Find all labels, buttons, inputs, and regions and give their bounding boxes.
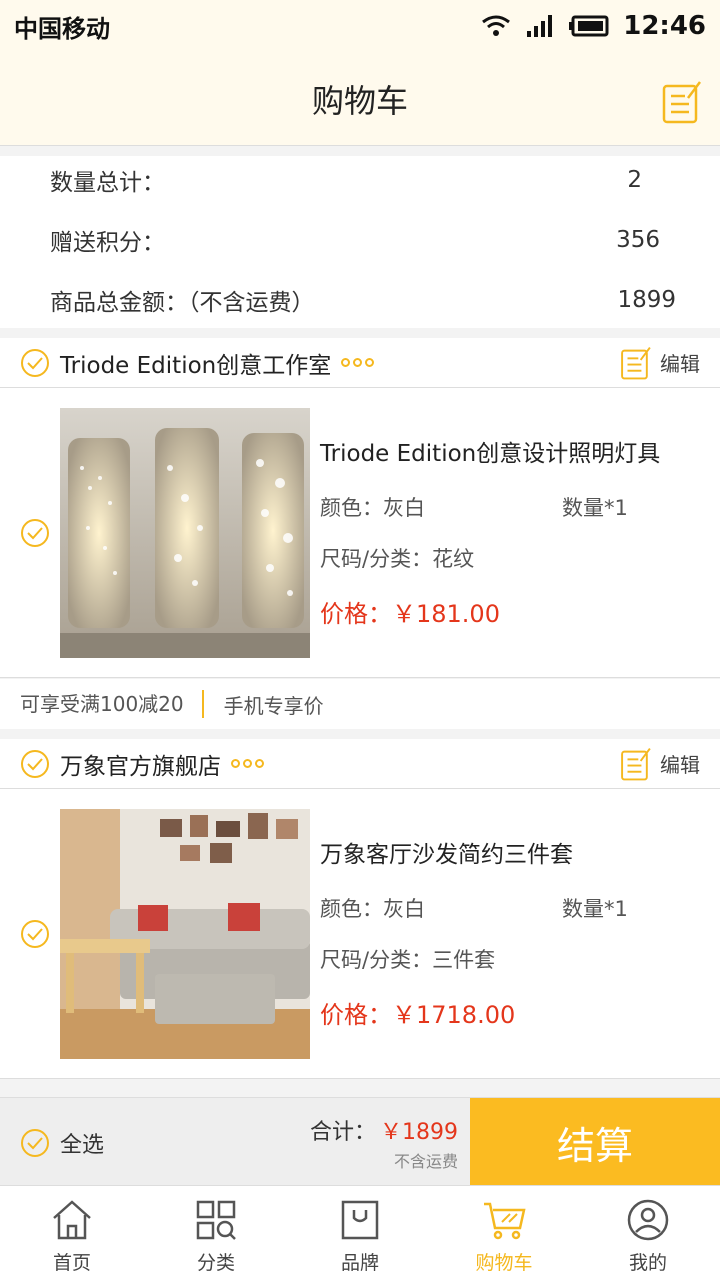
product-color: 颜色：灰白 (320, 897, 425, 921)
store-header: Triode Edition创意工作室 编辑 (0, 338, 720, 388)
total-amount: ￥1899 (380, 1120, 458, 1145)
tab-cart[interactable]: 购物车 (432, 1186, 576, 1280)
product-name[interactable]: Triode Edition创意设计照明灯具 (320, 434, 660, 468)
shipping-note: 不含运费 (393, 1152, 458, 1171)
tab-brand[interactable]: 品牌 (288, 1186, 432, 1280)
tab-category[interactable]: 分类 (144, 1186, 288, 1280)
select-all-label: 全选 (60, 1133, 105, 1158)
category-icon (196, 1200, 236, 1240)
summary-points-row: 赠送积分： 356 (50, 220, 676, 260)
item-checkbox-icon[interactable] (20, 919, 50, 949)
product-image-sofa[interactable] (60, 809, 310, 1059)
tab-label: 购物车 (475, 1252, 533, 1274)
profile-icon (627, 1199, 669, 1241)
tab-home[interactable]: 首页 (0, 1186, 144, 1280)
product-quantity: 数量*1 (562, 496, 628, 520)
clock: 12:46 (623, 11, 706, 41)
discount-text: 可享受满100减20 (0, 690, 204, 718)
product-price: 价格：￥181.00 (320, 600, 500, 628)
store-edit-button[interactable]: 编辑 (620, 346, 700, 380)
carrier-name: 中国移动 (14, 14, 110, 43)
tab-profile[interactable]: 我的 (576, 1186, 720, 1280)
edit-label: 编辑 (660, 753, 700, 777)
more-dots-icon[interactable] (341, 358, 375, 367)
summary-label: 数量总计： (50, 170, 165, 196)
tab-label: 品牌 (340, 1252, 379, 1274)
page-title: 购物车 (311, 81, 408, 120)
signal-icon (527, 15, 553, 37)
product-quantity: 数量*1 (562, 897, 628, 921)
summary-label: 赠送积分： (50, 230, 165, 256)
status-bar: 中国移动 12:46 (0, 0, 720, 52)
store-name[interactable]: Triode Edition创意工作室 (60, 346, 331, 380)
product-image-lamps[interactable] (60, 408, 310, 658)
battery-icon (569, 15, 609, 37)
status-icons: 12:46 (481, 11, 706, 41)
edit-note-icon (621, 346, 651, 379)
store-name[interactable]: 万象官方旗舰店 (60, 747, 221, 781)
bottom-tab-bar: 首页 分类 品牌 购物车 我的 (0, 1185, 720, 1280)
store-checkbox-icon[interactable] (20, 749, 50, 779)
tab-label: 分类 (196, 1252, 235, 1274)
checkout-button[interactable]: 结算 (470, 1098, 720, 1186)
select-all-toggle[interactable]: 全选 (20, 1127, 104, 1159)
product-price: 价格：￥1718.00 (320, 1001, 516, 1029)
edit-label: 编辑 (660, 352, 700, 376)
more-dots-icon[interactable] (231, 759, 264, 768)
cart-item: Triode Edition创意设计照明灯具 颜色：灰白 数量*1 尺码/分类：… (0, 388, 720, 678)
home-icon (53, 1200, 91, 1240)
store-header: 万象官方旗舰店 编辑 (0, 739, 720, 789)
item-checkbox-icon[interactable] (20, 518, 50, 548)
tab-label: 首页 (52, 1252, 91, 1274)
store-edit-button[interactable]: 编辑 (620, 747, 700, 781)
product-size: 尺码/分类：三件套 (320, 948, 496, 972)
product-size: 尺码/分类：花纹 (320, 547, 475, 571)
store-checkbox-icon[interactable] (20, 348, 50, 378)
nav-header: 购物车 (0, 52, 720, 146)
summary-value: 2 (627, 167, 642, 193)
summary-value: 1899 (617, 287, 676, 313)
product-name[interactable]: 万象客厅沙发简约三件套 (320, 835, 573, 869)
select-all-checkbox-icon[interactable] (20, 1128, 50, 1158)
cart-summary: 数量总计： 2 赠送积分： 356 商品总金额：（不含运费） 1899 (0, 156, 720, 328)
total-line: 合计： ￥1899 (310, 1114, 458, 1146)
cart-icon (484, 1202, 526, 1240)
edit-note-icon (621, 747, 651, 780)
summary-label: 商品总金额：（不含运费） (50, 290, 315, 316)
summary-total-row: 商品总金额：（不含运费） 1899 (50, 280, 676, 320)
wifi-icon (482, 15, 511, 36)
summary-quantity-row: 数量总计： 2 (50, 160, 676, 200)
checkout-bar: 全选 合计： ￥1899 不含运费 结算 (0, 1097, 720, 1186)
brand-bag-icon (341, 1200, 379, 1240)
total-label: 合计： (309, 1120, 376, 1145)
edit-note-icon[interactable] (662, 80, 702, 124)
product-color: 颜色：灰白 (320, 496, 425, 520)
summary-value: 356 (616, 227, 660, 253)
tab-label: 我的 (628, 1252, 667, 1274)
mobile-price-text: 手机专享价 (223, 693, 324, 718)
promo-row: 可享受满100减20 手机专享价 (0, 679, 720, 729)
cart-item: 万象客厅沙发简约三件套 颜色：灰白 数量*1 尺码/分类：三件套 价格：￥171… (0, 789, 720, 1079)
